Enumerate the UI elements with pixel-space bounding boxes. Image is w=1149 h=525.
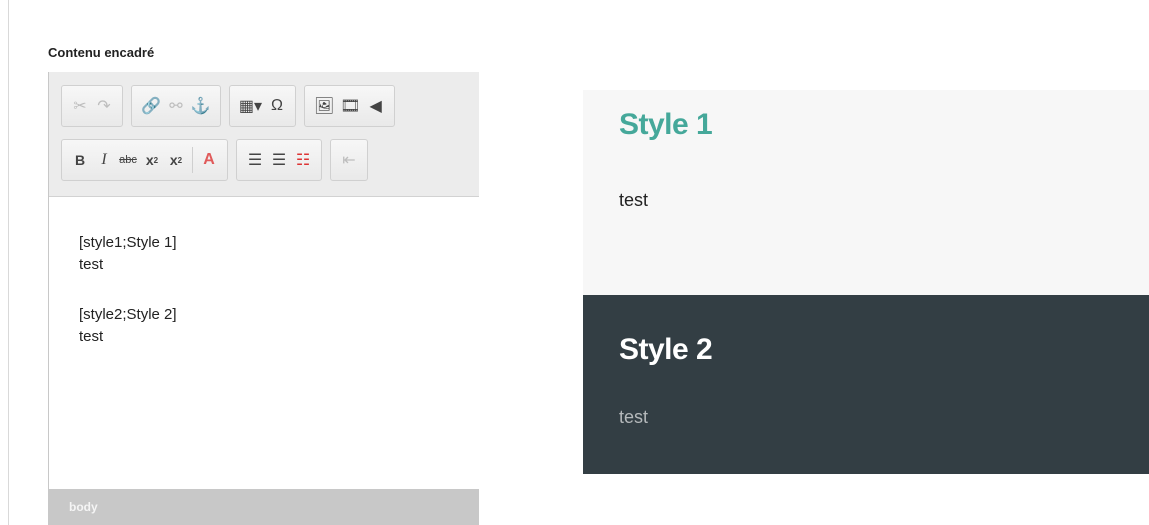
editor-content[interactable]: [style1;Style 1] test [style2;Style 2] t… xyxy=(79,232,459,348)
toolbar-row-2: B I abc x2 x2 A ☰ ☰ ☷ ⇤ xyxy=(61,139,368,181)
link-icon[interactable]: 🔗 xyxy=(138,91,164,121)
video-icon[interactable]: 🎞 xyxy=(337,91,363,121)
audio-icon[interactable]: ◀ xyxy=(364,91,388,121)
anchor-icon[interactable]: ⚓ xyxy=(188,91,214,121)
style2-title: Style 2 xyxy=(619,333,713,366)
clipboard-group: ✂ ↷ xyxy=(61,85,123,127)
superscript-glyph: x xyxy=(169,152,178,168)
subscript-glyph: x xyxy=(145,152,154,168)
content-line: test xyxy=(79,328,104,345)
insert-group: ▦▾ Ω xyxy=(228,85,296,127)
preview-style-1: Style 1 test xyxy=(583,90,1149,295)
superscript-button[interactable]: x2 xyxy=(164,145,188,175)
cut-icon[interactable]: ✂ xyxy=(68,91,92,121)
superscript-small: 2 xyxy=(177,155,183,165)
links-group: 🔗 ⚯ ⚓ xyxy=(131,85,221,127)
left-divider xyxy=(8,0,9,525)
numbered-list-icon[interactable]: ☰ xyxy=(243,145,267,175)
content-line: test xyxy=(79,256,104,273)
media-group: 🖼 🎞 ◀ xyxy=(304,85,395,127)
editor-status-bar: body xyxy=(49,489,479,525)
image-icon[interactable]: 🖼 xyxy=(311,91,337,121)
preview-style-2: Style 2 test xyxy=(583,295,1149,474)
style2-body: test xyxy=(619,407,649,427)
toolbar-separator xyxy=(192,147,193,173)
element-path[interactable]: body xyxy=(69,500,98,514)
bullet-list-icon[interactable]: ☰ xyxy=(267,145,291,175)
style1-body: test xyxy=(619,190,649,210)
outdent-icon[interactable]: ⇤ xyxy=(337,145,361,175)
italic-button[interactable]: I xyxy=(92,145,116,175)
special-char-icon[interactable]: Ω xyxy=(265,91,289,121)
redo-icon[interactable]: ↷ xyxy=(92,91,116,121)
toolbar-row-1: ✂ ↷ 🔗 ⚯ ⚓ ▦▾ Ω 🖼 🎞 ◀ xyxy=(61,85,395,127)
remove-format-icon[interactable]: A xyxy=(197,145,221,175)
content-line: [style2;Style 2] xyxy=(79,306,177,323)
content-line: [style1;Style 1] xyxy=(79,234,177,251)
bold-button[interactable]: B xyxy=(68,145,92,175)
subscript-button[interactable]: x2 xyxy=(140,145,164,175)
list-group: ☰ ☰ ☷ xyxy=(236,139,322,181)
editor-toolbar: ✂ ↷ 🔗 ⚯ ⚓ ▦▾ Ω 🖼 🎞 ◀ B I abc x 2 x 2 A ☰… xyxy=(49,72,479,197)
table-icon[interactable]: ▦▾ xyxy=(236,91,265,121)
subscript-small: 2 xyxy=(153,155,159,165)
unlink-icon[interactable]: ⚯ xyxy=(164,91,188,121)
style1-title: Style 1 xyxy=(619,108,713,141)
field-label: Contenu encadré xyxy=(48,45,155,60)
format-group: B I abc x2 x2 A xyxy=(61,139,228,181)
strikethrough-button[interactable]: abc xyxy=(116,145,140,175)
list-style-icon[interactable]: ☷ xyxy=(291,145,315,175)
rich-text-editor: ✂ ↷ 🔗 ⚯ ⚓ ▦▾ Ω 🖼 🎞 ◀ B I abc x 2 x 2 A ☰… xyxy=(48,72,479,525)
indent-group: ⇤ xyxy=(330,139,368,181)
